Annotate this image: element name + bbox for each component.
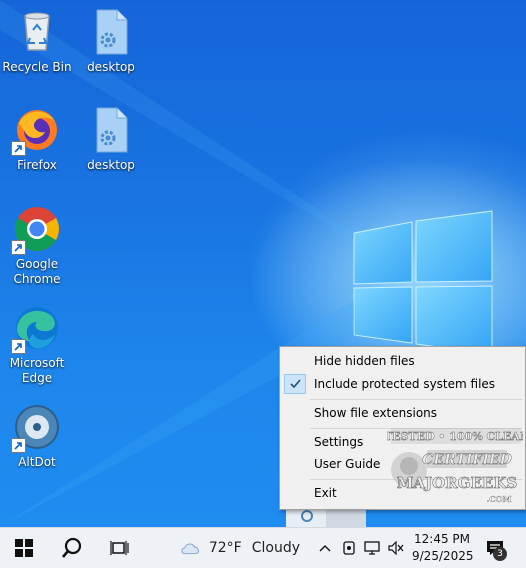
clock-time: 12:45 PM bbox=[414, 532, 470, 546]
watermark-line2: CERTIFIED bbox=[422, 452, 512, 468]
desktop-icon-firefox[interactable]: Firefox bbox=[1, 106, 73, 173]
menu-item-label: Hide hidden files bbox=[314, 354, 415, 368]
altdot-tray-icon bbox=[343, 541, 355, 555]
weather-condition: Cloudy bbox=[251, 540, 300, 556]
chevron-up-icon bbox=[319, 545, 331, 552]
watermark-line1: TESTED • 100% CLEAN bbox=[387, 430, 523, 443]
watermark-line3: MAJORGEEKS bbox=[397, 474, 517, 492]
network-button[interactable] bbox=[362, 528, 384, 568]
menu-separator bbox=[310, 399, 522, 400]
desktop-icon-label: AltDot bbox=[18, 455, 56, 469]
volume-button[interactable] bbox=[386, 528, 406, 568]
task-view-icon bbox=[110, 541, 129, 555]
desktop-icon-desktop-1[interactable]: desktop bbox=[75, 8, 147, 75]
chrome-icon bbox=[11, 205, 61, 255]
desktop-icon-label: desktop bbox=[87, 60, 135, 74]
network-icon bbox=[364, 541, 380, 555]
desktop-icon-label: Recycle Bin bbox=[2, 60, 72, 74]
desktop-icon-label: Microsoft Edge bbox=[9, 356, 65, 385]
notification-count-badge: 3 bbox=[493, 547, 507, 561]
edge-icon bbox=[11, 304, 61, 354]
menu-item-label: User Guide bbox=[314, 457, 381, 471]
menu-item-hide-hidden-files[interactable]: Hide hidden files bbox=[283, 351, 522, 372]
desktop-icon-label: Google Chrome bbox=[13, 257, 61, 286]
clock-date: 9/25/2025 bbox=[412, 549, 474, 563]
task-view-button[interactable] bbox=[100, 528, 140, 568]
shortcut-arrow-icon bbox=[11, 141, 26, 156]
shortcut-arrow-icon bbox=[11, 438, 26, 453]
weather-temperature: 72°F bbox=[208, 540, 242, 556]
shortcut-arrow-icon bbox=[11, 240, 26, 255]
file-icon bbox=[87, 106, 135, 154]
desktop-wallpaper: Recycle Bin desktop Firefox desktop Goog… bbox=[0, 0, 526, 527]
menu-item-label: Exit bbox=[314, 486, 337, 500]
search-icon bbox=[62, 537, 82, 558]
desktop-icon-microsoft-edge[interactable]: Microsoft Edge bbox=[1, 304, 73, 386]
taskbar: 72°F Cloudy 12:45 PM 9/25/2025 3 bbox=[0, 527, 526, 568]
volume-muted-icon bbox=[388, 541, 404, 555]
desktop-icon-google-chrome[interactable]: Google Chrome bbox=[1, 205, 73, 287]
altdot-icon bbox=[11, 403, 61, 453]
file-icon bbox=[87, 8, 135, 56]
altdot-tray-flyout-icon[interactable] bbox=[300, 509, 314, 523]
menu-item-label: Show file extensions bbox=[314, 406, 438, 420]
firefox-icon bbox=[11, 106, 61, 156]
desktop-icon-label: desktop bbox=[87, 158, 135, 172]
shortcut-arrow-icon bbox=[11, 339, 26, 354]
checkmark-icon bbox=[284, 374, 306, 394]
desktop-icon-altdot[interactable]: AltDot bbox=[1, 403, 73, 470]
desktop-icon-desktop-2[interactable]: desktop bbox=[75, 106, 147, 173]
watermark-line4: .COM bbox=[487, 494, 512, 504]
altdot-tray-button[interactable] bbox=[340, 528, 358, 568]
weather-widget[interactable]: 72°F Cloudy bbox=[180, 528, 300, 568]
majorgeeks-watermark: TESTED • 100% CLEAN CERTIFIED MAJORGEEKS… bbox=[384, 426, 526, 510]
menu-item-label: Settings bbox=[314, 435, 364, 449]
menu-item-show-file-extensions[interactable]: Show file extensions bbox=[283, 403, 522, 424]
menu-item-label: Include protected system files bbox=[314, 377, 496, 391]
start-icon bbox=[15, 539, 33, 557]
weather-cloud-icon bbox=[181, 543, 199, 555]
menu-item-include-protected-system-files[interactable]: Include protected system files bbox=[283, 374, 522, 395]
recycle-bin-icon bbox=[13, 8, 61, 56]
show-hidden-icons-button[interactable] bbox=[316, 528, 334, 568]
desktop-icon-label: Firefox bbox=[17, 158, 57, 172]
search-button[interactable] bbox=[52, 528, 92, 568]
desktop-icon-recycle-bin[interactable]: Recycle Bin bbox=[1, 8, 73, 75]
taskbar-clock[interactable]: 12:45 PM 9/25/2025 bbox=[412, 531, 474, 565]
start-button[interactable] bbox=[4, 528, 44, 568]
